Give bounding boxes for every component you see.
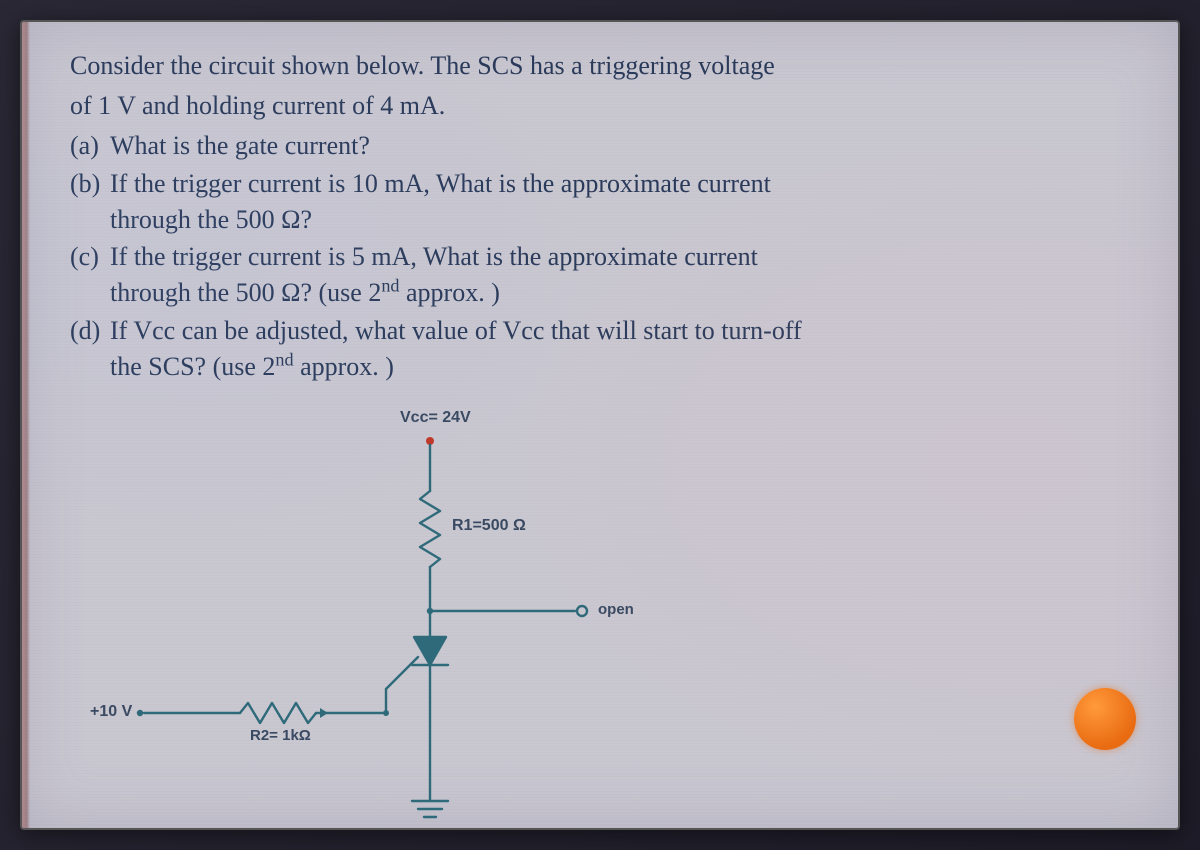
part-c-line1: If the trigger current is 5 mA, What is …: [110, 242, 758, 271]
part-d-sup: nd: [275, 349, 293, 369]
part-a-text: What is the gate current?: [110, 128, 1130, 164]
part-c-sup: nd: [381, 276, 399, 296]
part-a-label: (a): [70, 128, 110, 164]
page-frame: Consider the circuit shown below. The SC…: [20, 20, 1180, 830]
part-a: (a) What is the gate current?: [70, 128, 1130, 164]
cursor-indicator-icon: [1074, 688, 1136, 750]
part-d-line2-post: approx. ): [294, 352, 394, 381]
circuit-svg: [100, 413, 800, 830]
anode-gate-open-label: open: [598, 601, 634, 618]
vcc-label: Vcc= 24V: [400, 409, 471, 427]
part-d-line2-pre: the SCS? (use 2: [110, 352, 275, 381]
vin-label: +10 V: [90, 703, 132, 721]
intro-line-2: of 1 V and holding current of 4 mA.: [70, 88, 1130, 124]
part-c: (c) If the trigger current is 5 mA, What…: [70, 239, 1130, 311]
intro-line-1: Consider the circuit shown below. The SC…: [70, 48, 1130, 84]
part-b-line2: through the 500 Ω?: [110, 205, 312, 234]
part-c-line2-pre: through the 500 Ω? (use 2: [110, 278, 381, 307]
r1-label: R1=500 Ω: [452, 517, 526, 535]
part-d-label: (d): [70, 313, 110, 385]
part-d-line1: If Vcc can be adjusted, what value of Vc…: [110, 316, 802, 345]
left-page-edge: [22, 22, 30, 828]
part-b: (b) If the trigger current is 10 mA, Wha…: [70, 166, 1130, 238]
part-c-label: (c): [70, 239, 110, 311]
part-c-line2-post: approx. ): [400, 278, 500, 307]
circuit-diagram: Vcc= 24V R1=500 Ω open +10 V R2= 1kΩ: [100, 413, 800, 830]
part-d-body: If Vcc can be adjusted, what value of Vc…: [110, 313, 1130, 385]
part-b-label: (b): [70, 166, 110, 238]
part-b-line1: If the trigger current is 10 mA, What is…: [110, 169, 771, 198]
part-d: (d) If Vcc can be adjusted, what value o…: [70, 313, 1130, 385]
problem-text: Consider the circuit shown below. The SC…: [70, 48, 1130, 385]
r2-label: R2= 1kΩ: [250, 727, 311, 744]
part-c-body: If the trigger current is 5 mA, What is …: [110, 239, 1130, 311]
part-b-body: If the trigger current is 10 mA, What is…: [110, 166, 1130, 238]
